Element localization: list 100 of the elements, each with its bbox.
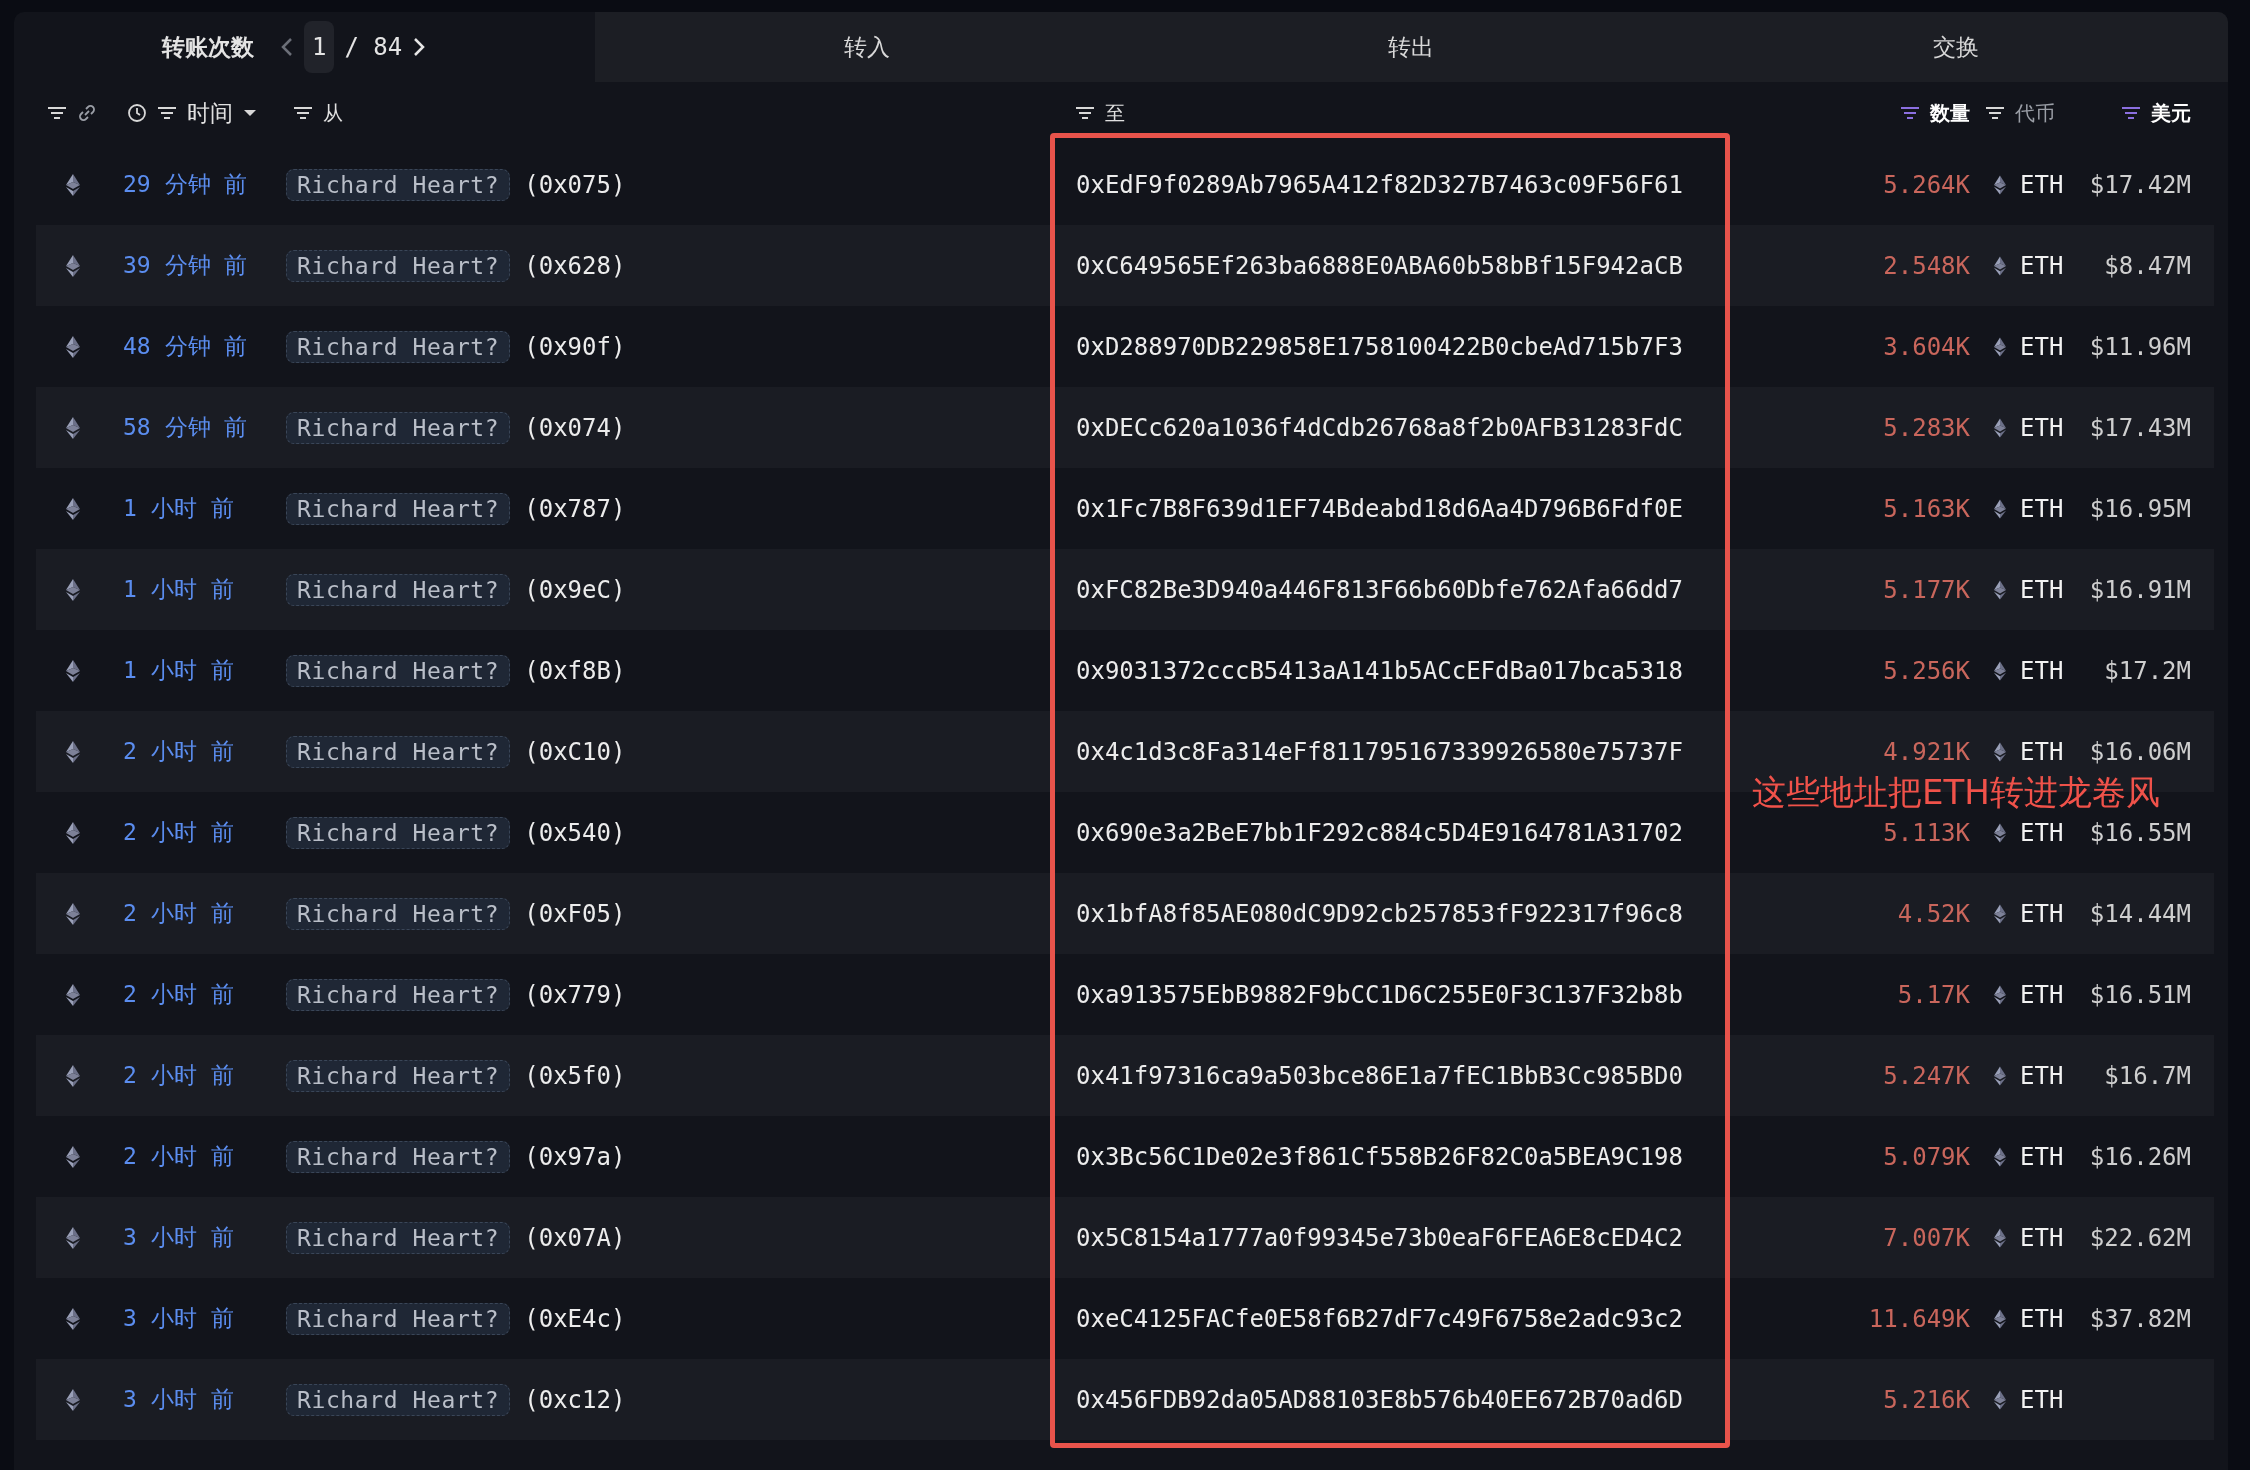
address-text[interactable]: 0xDECc620a1036f4dCdb26768a8f2b0AFB31283FdC	[1076, 413, 1683, 442]
address-text[interactable]: 0x1Fc7B8F639d1EF74Bdeabd18d6Aa4D796B6Fdf0E	[1076, 494, 1683, 523]
time-link[interactable]: 2 小时 前	[123, 1143, 234, 1169]
ethereum-icon	[1994, 1146, 2006, 1167]
usd-value: $16.26M	[2089, 1142, 2191, 1171]
entity-tag[interactable]: Richard Heart?	[286, 1059, 511, 1092]
entity-tag[interactable]: Richard Heart?	[286, 1221, 511, 1254]
amount-text: 5.283K	[1883, 413, 1970, 442]
address-text: (0x5f0)	[524, 1061, 626, 1090]
ethereum-icon	[66, 254, 80, 277]
token-symbol: ETH	[2020, 1142, 2064, 1171]
usd-value: $16.7M	[2104, 1061, 2191, 1090]
address-text: (0xc12)	[524, 1385, 626, 1414]
entity-tag[interactable]: Richard Heart?	[286, 168, 511, 201]
entity-tag[interactable]: Richard Heart?	[286, 249, 511, 282]
address-text: (0x07A)	[524, 1223, 626, 1252]
entity-tag[interactable]: Richard Heart?	[286, 330, 511, 363]
usd-value: $14.44M	[2089, 899, 2191, 928]
ethereum-icon	[66, 173, 80, 196]
entity-tag[interactable]: Richard Heart?	[286, 816, 511, 849]
time-link[interactable]: 3 小时 前	[123, 1224, 234, 1250]
link-icon[interactable]	[77, 103, 97, 123]
time-link[interactable]: 2 小时 前	[123, 900, 234, 926]
column-header[interactable]: 数量	[1930, 99, 1970, 127]
address-text: (0xE4c)	[524, 1304, 626, 1333]
entity-tag[interactable]: Richard Heart?	[286, 978, 511, 1011]
address-text[interactable]: 0x41f97316ca9a503bce86E1a7fEC1BbB3Cc985BD0	[1076, 1061, 1683, 1090]
time-link[interactable]: 48 分钟 前	[123, 333, 248, 359]
ethereum-icon	[66, 335, 80, 358]
entity-tag[interactable]: Richard Heart?	[286, 735, 511, 768]
ethereum-icon	[1994, 1227, 2006, 1248]
ethereum-icon	[66, 578, 80, 601]
usd-value: $16.95M	[2089, 494, 2191, 523]
entity-tag[interactable]: Richard Heart?	[286, 411, 511, 444]
entity-tag[interactable]: Richard Heart?	[286, 1302, 511, 1335]
time-link[interactable]: 3 小时 前	[123, 1386, 234, 1412]
amount-text: 5.079K	[1883, 1142, 1970, 1171]
tab[interactable]: 交换	[1683, 12, 2228, 82]
address-text[interactable]: 0xeC4125FACfe0E58f6B27dF7c49F6758e2adc93c2	[1076, 1304, 1683, 1333]
amount-text: 5.264K	[1883, 170, 1970, 199]
time-link[interactable]: 58 分钟 前	[123, 414, 248, 440]
column-header[interactable]: 代币	[2015, 99, 2055, 127]
ethereum-icon	[1994, 822, 2006, 843]
usd-value: $16.51M	[2089, 980, 2191, 1009]
token-symbol: ETH	[2020, 494, 2064, 523]
address-text[interactable]: 0x690e3a2BeE7bb1F292c884c5D4E9164781A31702	[1076, 818, 1683, 847]
usd-value: $8.47M	[2104, 251, 2191, 280]
address-text[interactable]: 0x5C8154a1777a0f99345e73b0eaF6FEA6E8cED4C2	[1076, 1223, 1683, 1252]
entity-tag[interactable]: Richard Heart?	[286, 1140, 511, 1173]
previous-page-button[interactable]	[280, 36, 294, 58]
time-link[interactable]: 2 小时 前	[123, 1062, 234, 1088]
sort-caret-icon[interactable]	[243, 108, 257, 118]
ethereum-icon	[1994, 1389, 2006, 1410]
time-link[interactable]: 2 小时 前	[123, 738, 234, 764]
address-text: (0xf8B)	[524, 656, 626, 685]
address-text[interactable]: 0x456FDB92da05AD88103E8b576b40EE672B70ad6D	[1076, 1385, 1683, 1414]
address-text[interactable]: 0xC649565Ef263ba6888E0ABA60b58bBf15F942aCB	[1076, 251, 1683, 280]
page-number-field[interactable]: 1	[304, 21, 335, 73]
address-text: (0x90f)	[524, 332, 626, 361]
time-link[interactable]: 1 小时 前	[123, 576, 234, 602]
time-link[interactable]: 2 小时 前	[123, 819, 234, 845]
tab[interactable]: 转出	[1139, 12, 1684, 82]
column-header[interactable]: 从	[323, 99, 343, 127]
time-link[interactable]: 1 小时 前	[123, 495, 234, 521]
ethereum-icon	[66, 1064, 80, 1087]
address-text[interactable]: 0xEdF9f0289Ab7965A412f82D327B7463c09F56F61	[1076, 170, 1683, 199]
amount-text: 5.163K	[1883, 494, 1970, 523]
address-text[interactable]: 0x1bfA8f85AE080dC9D92cb257853fF922317f96c8	[1076, 899, 1683, 928]
address-text[interactable]: 0xa913575EbB9882F9bCC1D6C255E0F3C137F32b8b	[1076, 980, 1683, 1009]
column-header[interactable]: 时间	[187, 97, 233, 129]
amount-text: 5.113K	[1883, 818, 1970, 847]
tab[interactable]: 转入	[595, 12, 1140, 82]
address-text[interactable]: 0x9031372cccB5413aA141b5ACcEFdBa017bca5318	[1076, 656, 1683, 685]
entity-tag[interactable]: Richard Heart?	[286, 573, 511, 606]
address-text[interactable]: 0xD288970DB229858E1758100422B0cbeAd715b7F3	[1076, 332, 1683, 361]
page-total: / 84	[344, 33, 403, 61]
entity-tag[interactable]: Richard Heart?	[286, 1383, 511, 1416]
address-text[interactable]: 0x4c1d3c8Fa314eFf811795167339926580e75737F	[1076, 737, 1683, 766]
time-link[interactable]: 3 小时 前	[123, 1305, 234, 1331]
time-link[interactable]: 1 小时 前	[123, 657, 234, 683]
address-text[interactable]: 0x3Bc56C1De02e3f861Cf558B26F82C0a5BEA9C198	[1076, 1142, 1683, 1171]
column-header[interactable]: 美元	[2151, 99, 2191, 127]
token-symbol: ETH	[2020, 818, 2064, 847]
next-page-button[interactable]	[412, 36, 427, 58]
amount-text: 4.921K	[1883, 737, 1970, 766]
time-link[interactable]: 2 小时 前	[123, 981, 234, 1007]
address-text: (0x97a)	[524, 1142, 626, 1171]
column-header[interactable]: 至	[1105, 99, 1125, 127]
usd-value: $17.43M	[2089, 413, 2191, 442]
address-text[interactable]: 0xFC82Be3D940a446F813F66b60Dbfe762Afa66dd7	[1076, 575, 1683, 604]
amount-text: 5.17K	[1897, 980, 1970, 1009]
time-link[interactable]: 39 分钟 前	[123, 252, 248, 278]
ethereum-icon	[1994, 417, 2006, 438]
address-text: (0xC10)	[524, 737, 626, 766]
entity-tag[interactable]: Richard Heart?	[286, 654, 511, 687]
entity-tag[interactable]: Richard Heart?	[286, 897, 511, 930]
entity-tag[interactable]: Richard Heart?	[286, 492, 511, 525]
time-link[interactable]: 29 分钟 前	[123, 171, 248, 197]
token-symbol: ETH	[2020, 656, 2064, 685]
token-symbol: ETH	[2020, 251, 2064, 280]
